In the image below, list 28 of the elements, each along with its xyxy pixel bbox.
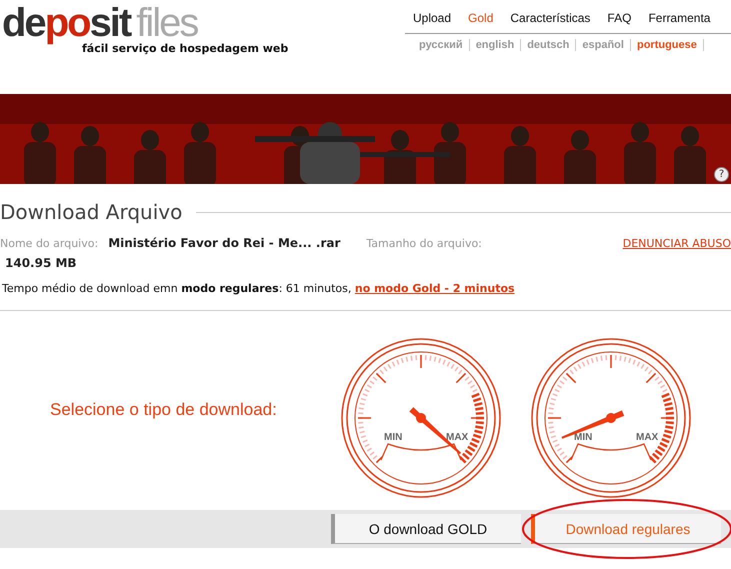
download-button[interactable]: O download GOLD bbox=[331, 514, 521, 544]
download-type-prompt: Selecione o tipo de download: bbox=[50, 400, 278, 420]
file-size-label: Tamanho do arquivo: bbox=[366, 237, 482, 250]
page-heading: Download Arquivo bbox=[0, 200, 182, 224]
max-label: MAX bbox=[446, 432, 468, 443]
tagline: fácil serviço de hospedagem web bbox=[82, 42, 288, 55]
language-link[interactable]: deutsch bbox=[521, 39, 576, 51]
language-link[interactable]: portuguese bbox=[630, 39, 704, 51]
file-name-label: Nome do arquivo: bbox=[0, 237, 98, 250]
file-size: 140.95 MB bbox=[5, 256, 78, 270]
nav-link[interactable]: Ferramenta bbox=[648, 11, 710, 25]
gauge-needle bbox=[561, 410, 624, 439]
nav-link[interactable]: Upload bbox=[413, 11, 452, 25]
language-link[interactable]: русский bbox=[419, 39, 470, 51]
min-label: MIN bbox=[574, 432, 592, 443]
min-label: MIN bbox=[384, 432, 402, 443]
max-label: MAX bbox=[636, 432, 658, 443]
file-name: Ministério Favor do Rei - Me... .rar bbox=[108, 236, 340, 250]
language-link[interactable]: español bbox=[576, 39, 631, 51]
language-link[interactable]: english bbox=[470, 39, 522, 51]
logo[interactable]: depositfiles bbox=[2, 2, 288, 44]
nav-link[interactable]: FAQ bbox=[607, 11, 632, 25]
nav-link[interactable]: Gold bbox=[468, 11, 494, 25]
download-button[interactable]: Download regulares bbox=[531, 514, 721, 544]
nav-link[interactable]: Características bbox=[510, 11, 590, 25]
report-abuse-link[interactable]: DENUNCIAR ABUSO bbox=[622, 237, 731, 250]
speed-comparison-link[interactable]: no modo Gold - 2 minutos bbox=[354, 282, 515, 295]
download-time-text: Tempo médio de download emn modo regulares: 61 minutos, no modo Gold - 2 minutos bbox=[2, 282, 516, 295]
